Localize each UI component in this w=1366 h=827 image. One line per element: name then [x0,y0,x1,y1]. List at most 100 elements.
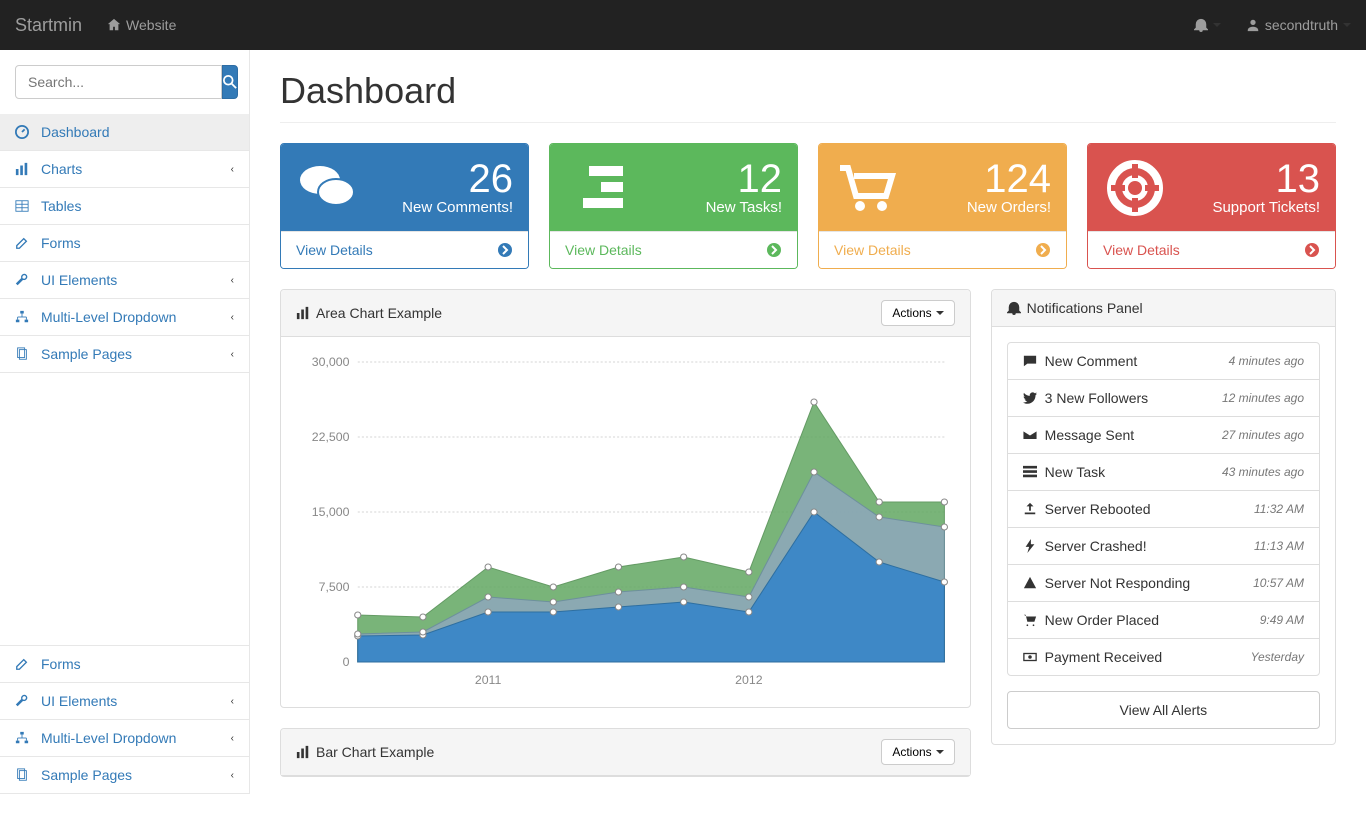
notification-item[interactable]: Server Rebooted11:32 AM [1008,491,1319,528]
sidebar-item-dashboard[interactable]: Dashboard [0,114,249,150]
stat-panel-comments: 26New Comments! View Details [280,143,529,269]
actions-dropdown[interactable]: Actions [881,300,954,326]
arrow-circle-right-icon [1304,242,1320,258]
notification-item[interactable]: Payment ReceivedYesterday [1008,639,1319,675]
caret-down-icon [1343,23,1351,27]
caret-down-icon [1213,23,1221,27]
stat-label: New Tasks! [706,199,782,216]
notification-item[interactable]: New Task 43 minutes ago [1008,454,1319,491]
alerts-dropdown[interactable] [1194,18,1221,32]
search-button[interactable] [222,65,238,99]
svg-text:15,000: 15,000 [312,505,350,519]
notification-item[interactable]: Message Sent 27 minutes ago [1008,417,1319,454]
search-icon [223,75,237,89]
table-icon [15,199,35,213]
chevron-left-icon: ‹ [231,733,234,744]
life-ring-icon [1103,160,1167,216]
website-link[interactable]: Website [107,17,176,33]
wrench-icon [15,694,35,708]
bolt-icon [1023,539,1037,553]
stat-label: New Orders! [967,199,1051,216]
notifications-panel: Notifications Panel New Comment4 minutes… [991,289,1336,745]
upload-icon [1023,502,1037,516]
sidebar-item-forms[interactable]: Forms [0,225,249,261]
stat-number: 12 [706,159,782,199]
comments-icon [296,160,360,216]
user-dropdown[interactable]: secondtruth [1246,17,1351,33]
notification-item[interactable]: 3 New Followers12 minutes ago [1008,380,1319,417]
view-details-label: View Details [834,242,911,258]
notification-text: New Comment [1045,353,1138,369]
sidebar-item-label: Sample Pages [41,767,132,783]
top-navbar: Startmin Website secondtruth [0,0,1366,50]
stat-footer-link[interactable]: View Details [819,231,1066,268]
website-label: Website [126,17,176,33]
stat-footer-link[interactable]: View Details [281,231,528,268]
view-all-alerts-button[interactable]: View All Alerts [1007,691,1320,729]
sidebar-item-label: Multi-Level Dropdown [41,309,176,325]
sidebar-item-sample-pages[interactable]: Sample Pages‹ [0,336,249,372]
stat-panel-tasks: 12New Tasks! View Details [549,143,798,269]
stat-footer-link[interactable]: View Details [1088,231,1335,268]
caret-down-icon [936,750,944,754]
sidebar-item-ui-elements[interactable]: UI Elements‹ [0,262,249,298]
arrow-circle-right-icon [766,242,782,258]
svg-text:2011: 2011 [475,673,502,687]
files-icon [15,347,35,361]
chevron-left-icon: ‹ [231,349,234,360]
notification-time: 43 minutes ago [1222,465,1304,479]
sidebar: Dashboard Charts ‹ Tables Forms UI Elemen… [0,50,250,794]
svg-text:7,500: 7,500 [319,580,350,594]
notification-item[interactable]: New Order Placed 9:49 AM [1008,602,1319,639]
wrench-icon [15,273,35,287]
stat-footer-link[interactable]: View Details [550,231,797,268]
notification-time: 9:49 AM [1260,613,1304,627]
arrow-circle-right-icon [497,242,513,258]
edit-icon [15,236,35,250]
sidebar-item-multilevel[interactable]: Multi-Level Dropdown‹ [0,299,249,335]
notification-text: New Order Placed [1045,612,1159,628]
tasks-icon [1023,465,1037,479]
notification-item[interactable]: Server Not Responding10:57 AM [1008,565,1319,602]
actions-label: Actions [892,745,931,759]
sidebar-item-tables[interactable]: Tables [0,188,249,224]
search-input[interactable] [15,65,222,99]
chevron-left-icon: ‹ [231,164,234,175]
notification-text: Server Rebooted [1045,501,1151,517]
notification-item[interactable]: New Comment4 minutes ago [1008,343,1319,380]
edit-icon [15,657,35,671]
notification-time: 27 minutes ago [1222,428,1304,442]
comment-icon [1023,354,1037,368]
bell-icon [1007,301,1021,315]
sidebar-bottom-forms[interactable]: Forms [0,646,249,682]
stat-label: Support Tickets! [1212,199,1320,216]
notification-text: Server Crashed! [1045,538,1147,554]
twitter-icon [1023,391,1037,405]
envelope-icon [1023,428,1037,442]
sidebar-item-label: Charts [41,161,82,177]
stat-number: 13 [1212,159,1320,199]
area-chart-panel: Area Chart Example Actions 0 7,500 15,000 2… [280,289,971,708]
cart-icon [1023,613,1037,627]
notification-time: Yesterday [1251,650,1304,664]
page-title: Dashboard [280,50,1336,123]
notification-text: Message Sent [1045,427,1135,443]
actions-dropdown[interactable]: Actions [881,739,954,765]
view-details-label: View Details [565,242,642,258]
view-details-label: View Details [296,242,373,258]
notification-text: New Task [1045,464,1105,480]
sidebar-item-label: UI Elements [41,693,117,709]
panel-title-text: Bar Chart Example [316,744,434,760]
notification-item[interactable]: Server Crashed!11:13 AM [1008,528,1319,565]
panel-title-text: Area Chart Example [316,305,442,321]
actions-label: Actions [892,306,931,320]
brand-link[interactable]: Startmin [15,15,82,36]
sidebar-bottom-multilevel[interactable]: Multi-Level Dropdown‹ [0,720,249,756]
area-chart: 07,50015,00022,50030,00020112012 [296,352,955,692]
sidebar-bottom-ui-elements[interactable]: UI Elements‹ [0,683,249,719]
view-details-label: View Details [1103,242,1180,258]
svg-text:0: 0 [343,655,350,669]
sidebar-item-charts[interactable]: Charts ‹ [0,151,249,187]
sidebar-bottom-sample-pages[interactable]: Sample Pages‹ [0,757,249,793]
panel-title-text: Notifications Panel [1027,300,1143,316]
